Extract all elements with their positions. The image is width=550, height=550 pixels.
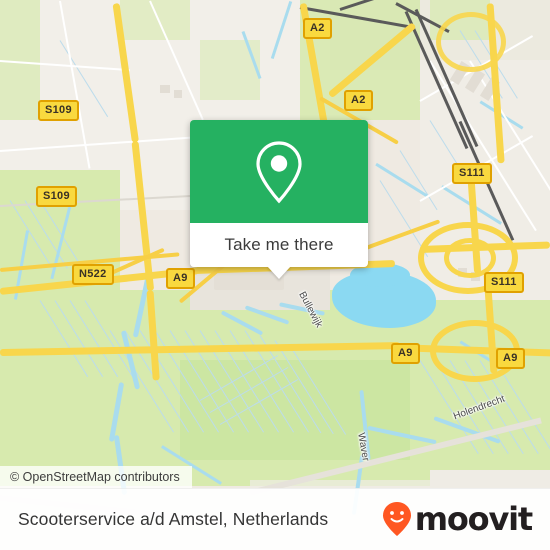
osm-attribution[interactable]: © OpenStreetMap contributors — [0, 466, 192, 488]
moovit-map-screenshot: Bullewijk Holendrecht Waver S109 S109 N5… — [0, 0, 550, 550]
road-shield-a9-west: A9 — [166, 268, 195, 289]
take-me-there-button[interactable]: Take me there — [190, 223, 368, 267]
road-shield-a9-east: A9 — [496, 348, 525, 369]
moovit-logo[interactable]: moovit — [381, 500, 533, 538]
place-name-title: Scooterservice a/d Amstel, Netherlands — [18, 508, 329, 529]
moovit-pin-icon — [382, 502, 411, 536]
map-marker-popup[interactable]: Take me there — [190, 120, 368, 279]
osm-attribution-text: © OpenStreetMap contributors — [10, 470, 180, 484]
road-shield-s111-south: S111 — [484, 272, 524, 293]
bottom-bar: Scooterservice a/d Amstel, Netherlands m… — [0, 488, 550, 550]
road-shield-s109-south: S109 — [36, 186, 77, 207]
take-me-there-label: Take me there — [224, 235, 334, 254]
moovit-wordmark: moovit — [414, 500, 533, 538]
map-pin-icon — [256, 140, 302, 203]
road-shield-n522: N522 — [72, 264, 114, 285]
bottom-bar-divider — [0, 488, 550, 489]
road-shield-a2-south: A2 — [344, 90, 373, 111]
popup-icon-panel — [190, 120, 368, 223]
popup-pointer-tail — [267, 266, 291, 279]
road-shield-a2-north: A2 — [303, 18, 332, 39]
road-shield-s111-north: S111 — [452, 163, 492, 184]
road-shield-a9-centre: A9 — [391, 343, 420, 364]
road-shield-s109-north: S109 — [38, 100, 79, 121]
